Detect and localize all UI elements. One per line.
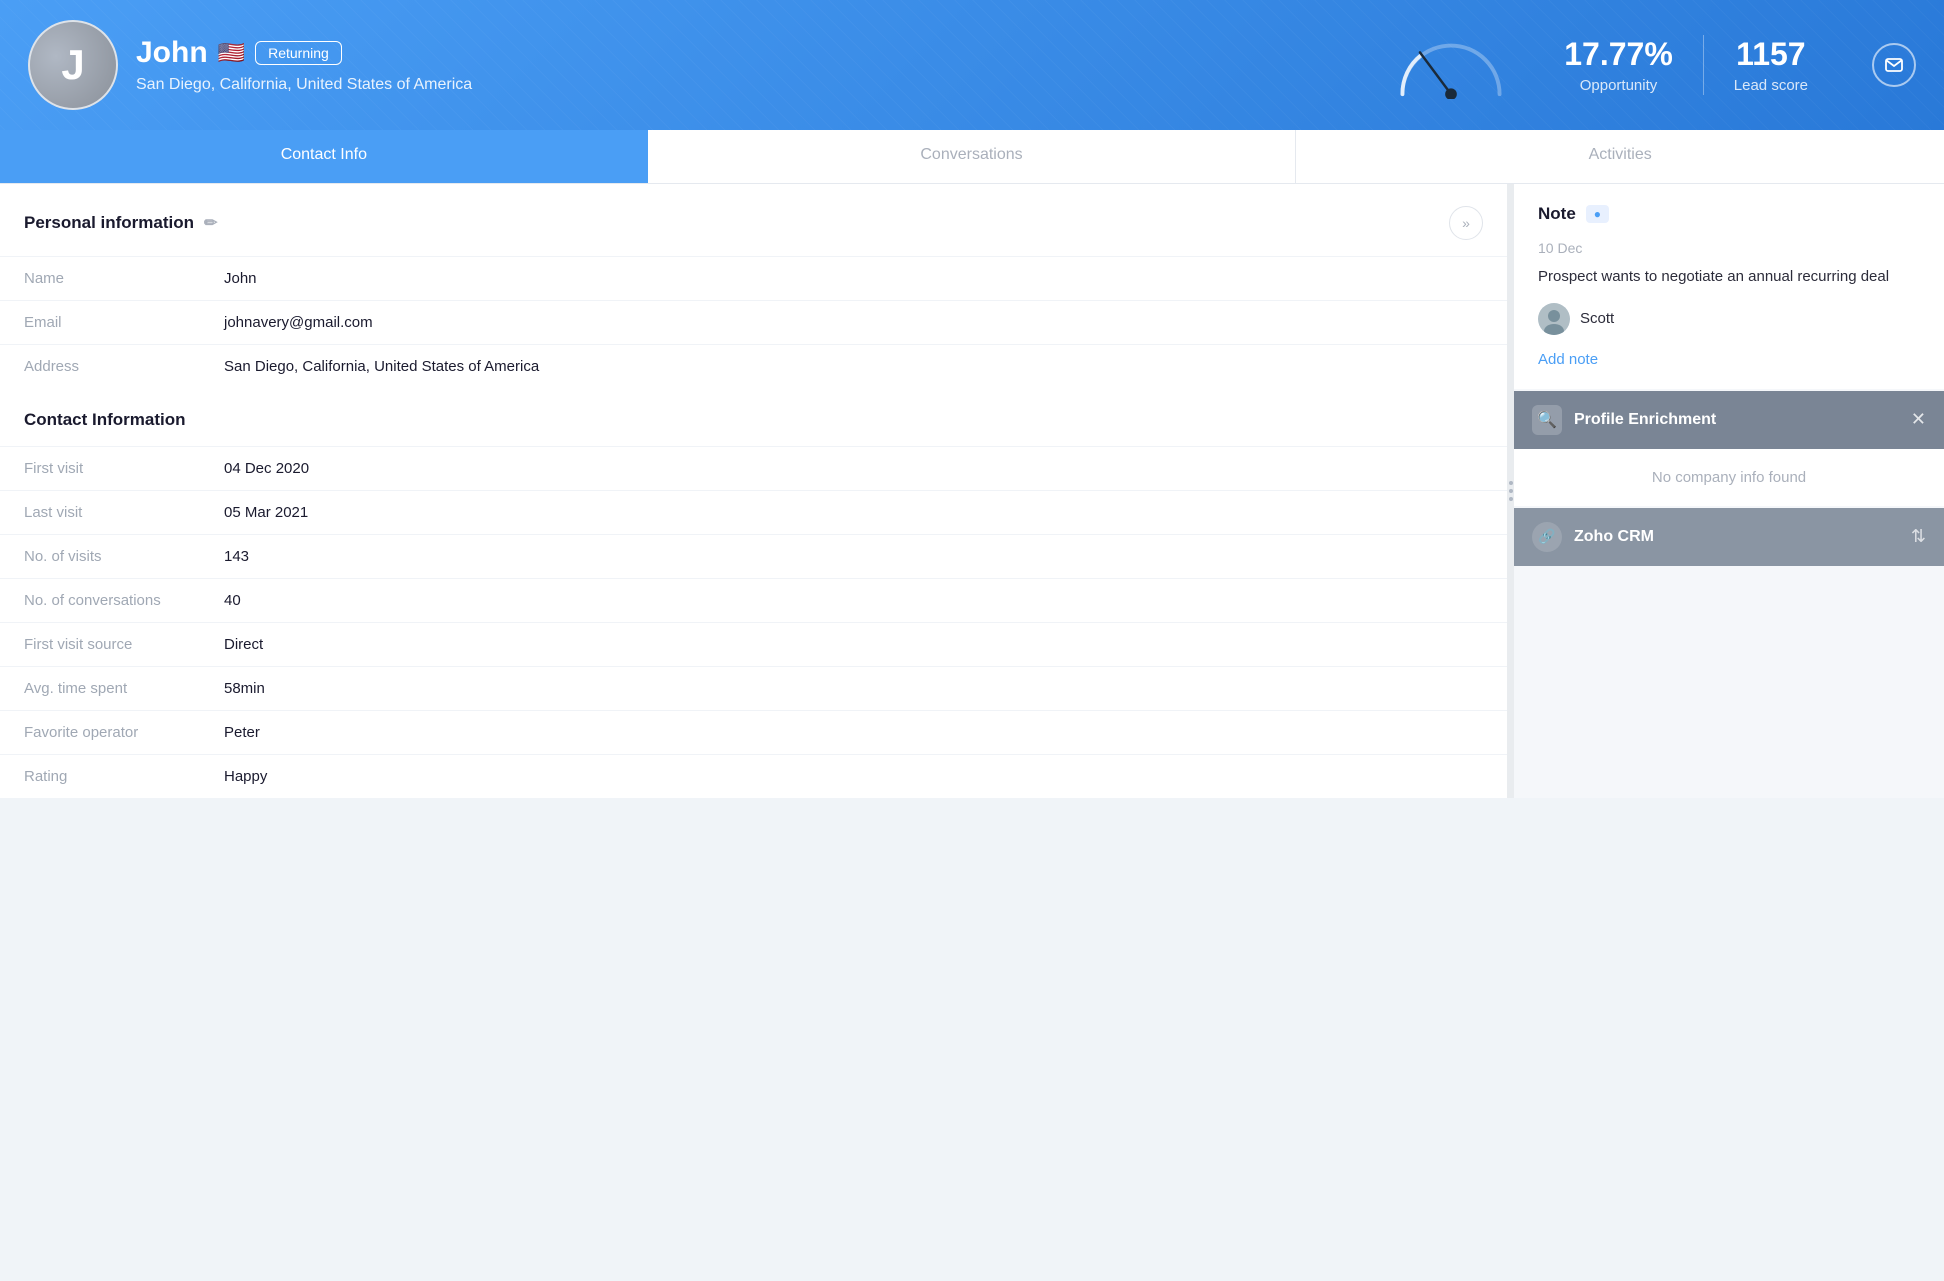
table-row: No. of visits 143: [0, 535, 1507, 579]
field-label: Avg. time spent: [0, 667, 200, 711]
email-button[interactable]: [1872, 43, 1916, 87]
note-author: Scott: [1538, 303, 1920, 335]
no-company-info-text: No company info found: [1652, 469, 1806, 486]
personal-info-table: Name John Email johnavery@gmail.com Addr…: [0, 256, 1507, 388]
field-value: 58min: [200, 667, 1507, 711]
edit-icon[interactable]: ✏: [204, 213, 217, 233]
field-label: Name: [0, 257, 200, 301]
enrichment-title: Profile Enrichment: [1574, 411, 1716, 429]
flag-icon: 🇺🇸: [218, 40, 245, 66]
zoho-header-left: 🔗 Zoho CRM: [1532, 522, 1654, 552]
opportunity-gauge: [1386, 31, 1516, 99]
tab-activities[interactable]: Activities: [1296, 130, 1944, 183]
left-panel: Personal information ✏ » Name John Email…: [0, 184, 1508, 798]
field-label: Favorite operator: [0, 711, 200, 755]
note-text: Prospect wants to negotiate an annual re…: [1538, 266, 1920, 289]
returning-badge: Returning: [255, 41, 342, 65]
zoho-title: Zoho CRM: [1574, 528, 1654, 546]
field-label: Address: [0, 345, 200, 389]
table-row: Favorite operator Peter: [0, 711, 1507, 755]
field-value: Peter: [200, 711, 1507, 755]
enrichment-header[interactable]: 🔍 Profile Enrichment ✕: [1514, 391, 1944, 449]
tab-contact-info[interactable]: Contact Info: [0, 130, 648, 183]
table-row: Name John: [0, 257, 1507, 301]
enrichment-icon: 🔍: [1532, 405, 1562, 435]
field-value: 05 Mar 2021: [200, 491, 1507, 535]
personal-info-header: Personal information ✏ »: [0, 184, 1507, 256]
enrichment-collapse-icon: ✕: [1911, 409, 1926, 430]
header-info: John 🇺🇸 Returning San Diego, California,…: [136, 36, 1368, 94]
field-value: San Diego, California, United States of …: [200, 345, 1507, 389]
opportunity-label: Opportunity: [1564, 77, 1673, 94]
field-value: John: [200, 257, 1507, 301]
field-label: Rating: [0, 755, 200, 799]
table-row: Rating Happy: [0, 755, 1507, 799]
zoho-crm-section: 🔗 Zoho CRM ⇅: [1514, 508, 1944, 566]
table-row: Avg. time spent 58min: [0, 667, 1507, 711]
field-label: First visit: [0, 447, 200, 491]
note-badge: ●: [1586, 205, 1609, 223]
field-value: 143: [200, 535, 1507, 579]
header-stats: 17.77% Opportunity 1157 Lead score: [1534, 35, 1838, 95]
header: J John 🇺🇸 Returning San Diego, Californi…: [0, 0, 1944, 130]
field-value: johnavery@gmail.com: [200, 301, 1507, 345]
contact-info-title: Contact Information: [0, 388, 1507, 446]
zoho-icon: 🔗: [1532, 522, 1562, 552]
contact-info-table: First visit 04 Dec 2020 Last visit 05 Ma…: [0, 446, 1507, 798]
field-value: 04 Dec 2020: [200, 447, 1507, 491]
tab-conversations[interactable]: Conversations: [648, 130, 1296, 183]
field-value: 40: [200, 579, 1507, 623]
table-row: Address San Diego, California, United St…: [0, 345, 1507, 389]
note-title: Note: [1538, 204, 1576, 224]
lead-score-value: 1157: [1734, 36, 1808, 73]
field-value: Direct: [200, 623, 1507, 667]
zoho-expand-icon: ⇅: [1911, 526, 1926, 547]
resize-handle[interactable]: [1508, 184, 1514, 798]
contact-name: John: [136, 36, 208, 70]
zoho-header[interactable]: 🔗 Zoho CRM ⇅: [1514, 508, 1944, 566]
profile-enrichment-section: 🔍 Profile Enrichment ✕ No company info f…: [1514, 391, 1944, 506]
field-label: Email: [0, 301, 200, 345]
table-row: First visit source Direct: [0, 623, 1507, 667]
enrichment-body: No company info found: [1514, 449, 1944, 506]
right-panel: Note ● 10 Dec Prospect wants to negotiat…: [1514, 184, 1944, 798]
field-label: No. of visits: [0, 535, 200, 579]
main-layout: Personal information ✏ » Name John Email…: [0, 184, 1944, 798]
avatar: J: [28, 20, 118, 110]
note-date: 10 Dec: [1538, 240, 1920, 256]
author-name: Scott: [1580, 310, 1614, 327]
field-label: First visit source: [0, 623, 200, 667]
table-row: Email johnavery@gmail.com: [0, 301, 1507, 345]
table-row: No. of conversations 40: [0, 579, 1507, 623]
add-note-button[interactable]: Add note: [1538, 351, 1598, 368]
note-header: Note ●: [1538, 204, 1920, 224]
table-row: First visit 04 Dec 2020: [0, 447, 1507, 491]
field-label: Last visit: [0, 491, 200, 535]
lead-score-stat: 1157 Lead score: [1704, 36, 1838, 94]
opportunity-stat: 17.77% Opportunity: [1534, 36, 1703, 94]
table-row: Last visit 05 Mar 2021: [0, 491, 1507, 535]
contact-location: San Diego, California, United States of …: [136, 76, 1368, 94]
personal-info-title: Personal information ✏: [24, 213, 217, 233]
opportunity-value: 17.77%: [1564, 36, 1673, 73]
note-section: Note ● 10 Dec Prospect wants to negotiat…: [1514, 184, 1944, 389]
author-avatar: [1538, 303, 1570, 335]
field-value: Happy: [200, 755, 1507, 799]
lead-score-label: Lead score: [1734, 77, 1808, 94]
enrichment-header-left: 🔍 Profile Enrichment: [1532, 405, 1716, 435]
tabs-bar: Contact Info Conversations Activities: [0, 130, 1944, 184]
expand-button[interactable]: »: [1449, 206, 1483, 240]
gauge-svg: [1391, 31, 1511, 99]
field-label: No. of conversations: [0, 579, 200, 623]
